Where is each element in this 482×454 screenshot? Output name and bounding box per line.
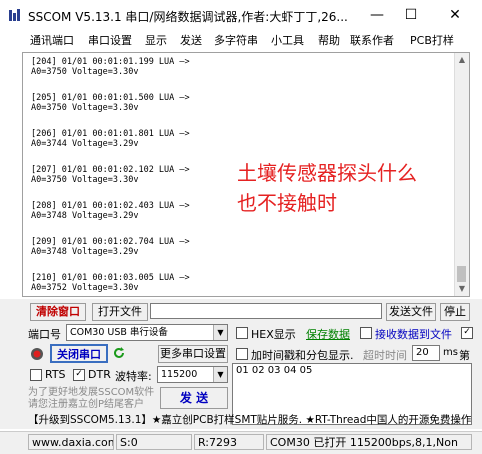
log-entry: [209] 01/01 00:01:02.704 LUA —> A0=3748 … [31, 237, 190, 257]
close-button[interactable]: ✕ [440, 4, 470, 26]
chevron-down-icon: ▼ [213, 325, 227, 340]
menu-tools[interactable]: 小工具 [271, 32, 304, 48]
control-panel: 清除窗口 打开文件 发送文件 停止 端口号 COM30 USB 串行设备 ▼ H… [0, 299, 482, 429]
send-file-button[interactable]: 发送文件 [386, 303, 436, 321]
menu-send[interactable]: 发送 [180, 32, 202, 48]
save-data-button[interactable]: 保存数据 [306, 326, 350, 342]
status-bar: www.daxia.com S:0 R:7293 COM30 已打开 11520… [0, 431, 482, 454]
rts-label: RTS [45, 368, 66, 381]
log-entry: [204] 01/01 00:01:01.199 LUA —> A0=3750 … [31, 57, 190, 77]
refresh-icon[interactable] [112, 346, 126, 360]
app-icon [9, 9, 20, 21]
close-port-button[interactable]: 关闭串口 [50, 344, 108, 363]
file-path-input[interactable] [150, 303, 382, 319]
title-bar: SSCOM V5.13.1 串口/网络数据调试器,作者:大虾丁丁,26... —… [0, 0, 482, 30]
port-select[interactable]: COM30 USB 串行设备 ▼ [66, 324, 228, 341]
port-status: COM30 已打开 115200bps,8,1,Non [266, 434, 472, 450]
menu-bar: 通讯端口 串口设置 显示 发送 多字符串 小工具 帮助 联系作者 PCB打样 [0, 30, 482, 48]
send-button[interactable]: 发 送 [160, 387, 228, 409]
rts-checkbox[interactable] [30, 369, 42, 381]
dtr-label: DTR [88, 368, 111, 381]
menu-display[interactable]: 显示 [145, 32, 167, 48]
open-file-button[interactable]: 打开文件 [92, 303, 148, 321]
recv-to-file-checkbox[interactable] [360, 327, 372, 339]
scroll-up-icon[interactable]: ▲ [457, 55, 467, 65]
promo-text: 为了更好地发展SSCOM软件 请您注册嘉立创P结尾客户 [28, 387, 155, 410]
menu-contact[interactable]: 联系作者 [350, 32, 394, 48]
menu-help[interactable]: 帮助 [318, 32, 340, 48]
port-status-icon [31, 348, 43, 360]
baud-label: 波特率: [115, 370, 152, 383]
stop-button[interactable]: 停止 [440, 303, 470, 321]
menu-multi-string[interactable]: 多字符串 [214, 32, 258, 48]
window-title: SSCOM V5.13.1 串口/网络数据调试器,作者:大虾丁丁,26... [28, 10, 348, 24]
hex-display-checkbox[interactable] [236, 327, 248, 339]
baud-select[interactable]: 115200 ▼ [157, 366, 228, 383]
scroll-down-icon[interactable]: ▼ [457, 284, 467, 294]
annotation-line-1: 土壤传感器探头什么 [237, 161, 417, 185]
menu-pcb[interactable]: PCB打样 [410, 32, 454, 48]
annotation-line-2: 也不接触时 [237, 191, 337, 215]
nth-label: 第 [459, 349, 470, 362]
hex-display-label: HEX显示 [251, 328, 296, 341]
port-label: 端口号 [28, 328, 61, 341]
received-count: R:7293 [194, 434, 264, 450]
minimize-button[interactable]: — [362, 4, 392, 26]
log-entry: [205] 01/01 00:01:01.500 LUA —> A0=3750 … [31, 93, 190, 113]
log-entry: [206] 01/01 00:01:01.801 LUA —> A0=3744 … [31, 129, 190, 149]
menu-serial-settings[interactable]: 串口设置 [88, 32, 132, 48]
website-link[interactable]: www.daxia.com [28, 434, 114, 450]
ms-label: ms [443, 347, 458, 358]
annotation-text: 土壤传感器探头什么 也不接触时 [237, 158, 457, 218]
sent-count: S:0 [116, 434, 192, 450]
hex-send-checkbox[interactable]: ✓ [461, 327, 473, 339]
more-settings-button[interactable]: 更多串口设置 [158, 345, 228, 363]
recv-to-file-label[interactable]: 接收数据到文件 [375, 326, 452, 342]
timeout-label: 超时时间 [363, 349, 407, 362]
menu-comm-port[interactable]: 通讯端口 [30, 32, 74, 48]
dtr-checkbox[interactable]: ✓ [73, 369, 85, 381]
promo-ticker[interactable]: 【升级到SSCOM5.13.1】★嘉立创PCB打样SMT贴片服务. ★RT-Th… [28, 412, 474, 427]
log-entry: [210] 01/01 00:01:03.005 LUA —> A0=3752 … [31, 273, 190, 293]
timestamp-label: 加时间戳和分包显示. [251, 349, 354, 362]
chevron-down-icon: ▼ [213, 367, 227, 382]
scroll-thumb[interactable] [457, 266, 466, 282]
clear-window-button[interactable]: 清除窗口 [30, 303, 86, 321]
timeout-input[interactable]: 20 [412, 345, 440, 361]
timestamp-checkbox[interactable] [236, 348, 248, 360]
maximize-button[interactable]: ☐ [396, 4, 426, 26]
